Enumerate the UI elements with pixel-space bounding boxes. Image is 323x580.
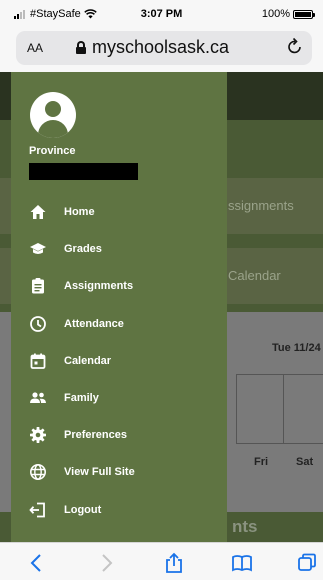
forward-icon[interactable] bbox=[95, 552, 117, 574]
background-day-sat: Sat bbox=[296, 456, 314, 468]
background-assignments-label: ssignments bbox=[228, 198, 294, 213]
battery-icon bbox=[293, 9, 315, 19]
menu-item-label: Logout bbox=[64, 503, 102, 516]
menu-item-label: Preferences bbox=[64, 429, 127, 442]
logout-icon bbox=[29, 502, 45, 517]
drawer-menu: Home Grades Assignments Attendance Calen… bbox=[11, 194, 227, 529]
menu-item-label: View Full Site bbox=[64, 466, 135, 479]
menu-item-label: Calendar bbox=[64, 354, 112, 367]
menu-item-attendance[interactable]: Attendance bbox=[11, 306, 227, 343]
share-icon[interactable] bbox=[163, 552, 185, 574]
tabs-icon[interactable] bbox=[296, 552, 318, 574]
calendar-icon bbox=[30, 353, 46, 369]
menu-item-preferences[interactable]: Preferences bbox=[11, 417, 227, 454]
bookmarks-icon[interactable] bbox=[231, 552, 253, 574]
redacted-name bbox=[29, 163, 138, 180]
background-calendar-date: Tue 11/24 bbox=[272, 342, 321, 354]
menu-item-assignments[interactable]: Assignments bbox=[11, 268, 227, 305]
menu-item-label: Home bbox=[64, 206, 95, 218]
phone-screen: #StaySafe 3:07 PM 100% AA myschoolsask.c… bbox=[0, 0, 323, 580]
gear-icon bbox=[30, 427, 46, 444]
back-icon[interactable] bbox=[26, 552, 48, 574]
graduation-cap-icon bbox=[30, 243, 46, 255]
home-icon bbox=[30, 205, 46, 219]
url-display[interactable]: myschoolsask.ca bbox=[76, 37, 229, 58]
profile-label: Province bbox=[29, 145, 76, 157]
menu-item-home[interactable]: Home bbox=[11, 194, 227, 231]
battery-percent: 100% bbox=[261, 8, 290, 20]
address-bar[interactable]: AA myschoolsask.ca bbox=[16, 31, 312, 65]
reload-icon[interactable] bbox=[287, 37, 303, 55]
browser-address-area: AA myschoolsask.ca bbox=[0, 28, 323, 72]
background-calendar-label: Calendar bbox=[228, 268, 281, 283]
background-calendar-grid bbox=[236, 374, 323, 444]
menu-item-logout[interactable]: Logout bbox=[11, 492, 227, 529]
menu-item-family[interactable]: Family bbox=[11, 380, 227, 417]
menu-item-label: Grades bbox=[64, 243, 102, 256]
menu-item-label: Attendance bbox=[64, 317, 124, 330]
globe-icon bbox=[30, 464, 46, 481]
lock-icon bbox=[76, 41, 86, 54]
menu-item-calendar[interactable]: Calendar bbox=[11, 343, 227, 380]
url-text: myschoolsask.ca bbox=[92, 37, 230, 57]
family-icon bbox=[30, 392, 46, 403]
status-right: 100% bbox=[261, 8, 315, 20]
clipboard-icon bbox=[32, 278, 44, 294]
clock-icon bbox=[30, 315, 46, 332]
browser-toolbar bbox=[0, 542, 323, 580]
menu-item-label: Assignments bbox=[64, 280, 134, 293]
status-bar: #StaySafe 3:07 PM 100% bbox=[0, 0, 323, 28]
background-footer-text: nts bbox=[232, 517, 258, 536]
menu-item-grades[interactable]: Grades bbox=[11, 231, 227, 268]
background-day-fri: Fri bbox=[254, 456, 269, 468]
menu-item-label: Family bbox=[64, 391, 99, 404]
text-size-button[interactable]: AA bbox=[27, 41, 43, 55]
navigation-drawer: Province Home Grades Assignments Attenda… bbox=[11, 72, 227, 542]
avatar-icon[interactable] bbox=[30, 92, 76, 138]
menu-item-view-full-site[interactable]: View Full Site bbox=[11, 454, 227, 491]
